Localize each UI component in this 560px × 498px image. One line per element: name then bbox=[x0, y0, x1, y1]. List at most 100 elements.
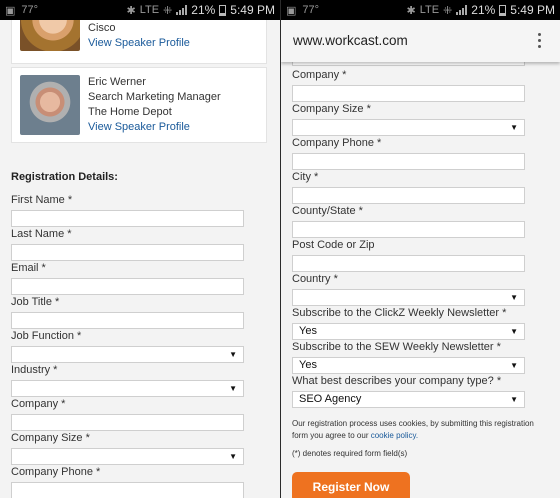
dropdown-arrow-icon: ▼ bbox=[510, 361, 518, 370]
view-speaker-profile-link[interactable]: View Speaker Profile bbox=[88, 120, 221, 135]
network-type-label: LTE bbox=[139, 4, 160, 16]
form-field: Subscribe to the SEW Weekly Newsletter *… bbox=[292, 341, 525, 374]
field-label: Company Size * bbox=[11, 432, 90, 444]
field-label: Company Phone * bbox=[292, 137, 382, 149]
company-size-select[interactable]: ▼ bbox=[292, 119, 525, 136]
form-field: What best describes your company type? *… bbox=[292, 375, 525, 408]
company-phone-input[interactable] bbox=[292, 153, 525, 170]
address-bar[interactable]: www.workcast.com bbox=[293, 33, 408, 48]
speaker-title: Search Marketing Manager bbox=[88, 91, 221, 103]
battery-percent: 21% bbox=[471, 3, 496, 17]
status-bar: ▣ 77° ✱ LTE ⁜ 21% 5:49 PM bbox=[0, 0, 280, 20]
county-state-input[interactable] bbox=[292, 221, 525, 238]
field-value: Yes bbox=[299, 359, 317, 371]
form-field: Email * bbox=[11, 262, 244, 295]
field-label: What best describes your company type? * bbox=[292, 375, 502, 387]
battery-percent: 21% bbox=[191, 3, 216, 17]
speaker-name: Eric Werner bbox=[88, 76, 146, 88]
field-label: Company Phone * bbox=[11, 466, 101, 478]
right-screen: Company * Company Size * ▼ Company Phone * C… bbox=[281, 0, 560, 498]
company-input[interactable] bbox=[11, 414, 244, 431]
dropdown-arrow-icon: ▼ bbox=[510, 293, 518, 302]
dropdown-arrow-icon: ▼ bbox=[510, 395, 518, 404]
left-screen: Cisco View Speaker Profile Eric Werner S… bbox=[0, 0, 280, 498]
email-input[interactable] bbox=[11, 278, 244, 295]
network-type-label: LTE bbox=[419, 4, 440, 16]
speaker-photo bbox=[20, 75, 80, 135]
form-field: Company Size * ▼ bbox=[11, 432, 244, 465]
dropdown-arrow-icon: ▼ bbox=[510, 327, 518, 336]
form-field: Post Code or Zip bbox=[292, 239, 525, 272]
country-select[interactable]: ▼ bbox=[292, 289, 525, 306]
company-phone-input[interactable] bbox=[11, 482, 244, 498]
field-label: Job Function * bbox=[11, 330, 82, 342]
job-title-input[interactable] bbox=[11, 312, 244, 329]
speaker-company: Cisco bbox=[88, 22, 116, 34]
dropdown-arrow-icon: ▼ bbox=[229, 350, 237, 359]
subscribe-to-the-sew-weekly-newsletter-select[interactable]: Yes ▼ bbox=[292, 357, 525, 374]
temperature-icon: 77° bbox=[21, 4, 39, 16]
register-now-button[interactable]: Register Now bbox=[292, 472, 410, 498]
field-value: SEO Agency bbox=[299, 393, 362, 405]
form-field: Company Size * ▼ bbox=[292, 103, 525, 136]
form-field: Last Name * bbox=[11, 228, 244, 261]
battery-icon bbox=[499, 4, 507, 16]
field-label: Email * bbox=[11, 262, 46, 274]
field-label: Job Title * bbox=[11, 296, 60, 308]
field-label: County/State * bbox=[292, 205, 363, 217]
post-code-or-zip-input[interactable] bbox=[292, 255, 525, 272]
battery-icon bbox=[219, 4, 227, 16]
clock: 5:49 PM bbox=[230, 3, 275, 17]
temperature-icon: 77° bbox=[302, 4, 320, 16]
clock: 5:49 PM bbox=[510, 3, 555, 17]
form-field: Company Phone * bbox=[292, 137, 525, 170]
cookie-policy-link[interactable]: cookie policy. bbox=[371, 431, 418, 440]
field-label: Company * bbox=[292, 69, 347, 81]
dropdown-arrow-icon: ▼ bbox=[229, 452, 237, 461]
image-notification-icon: ▣ bbox=[286, 4, 297, 17]
form-field: Subscribe to the ClickZ Weekly Newslette… bbox=[292, 307, 525, 340]
field-label: Company * bbox=[11, 398, 66, 410]
bluetooth-icon: ✱ bbox=[406, 4, 416, 17]
form-field: Job Function * ▼ bbox=[11, 330, 244, 363]
field-label: Last Name * bbox=[11, 228, 72, 240]
speaker-company: The Home Depot bbox=[88, 106, 172, 118]
bluetooth-icon: ✱ bbox=[126, 4, 136, 17]
menu-icon[interactable] bbox=[538, 33, 542, 48]
form-field: Company * bbox=[11, 398, 244, 431]
form-field: Company * bbox=[292, 69, 525, 102]
field-label: City * bbox=[292, 171, 319, 183]
field-label: Country * bbox=[292, 273, 338, 285]
company-size-select[interactable]: ▼ bbox=[11, 448, 244, 465]
field-label: Industry * bbox=[11, 364, 58, 376]
image-notification-icon: ▣ bbox=[5, 4, 16, 17]
dropdown-arrow-icon: ▼ bbox=[229, 384, 237, 393]
view-speaker-profile-link[interactable]: View Speaker Profile bbox=[88, 36, 190, 51]
company-input[interactable] bbox=[292, 85, 525, 102]
form-field: City * bbox=[292, 171, 525, 204]
city-input[interactable] bbox=[292, 187, 525, 204]
cookie-notice: Our registration process uses cookies, b… bbox=[292, 418, 542, 442]
field-label: Company Size * bbox=[292, 103, 371, 115]
dropdown-arrow-icon: ▼ bbox=[510, 123, 518, 132]
form-field: Country * ▼ bbox=[292, 273, 525, 306]
browser-toolbar: www.workcast.com bbox=[281, 20, 560, 62]
form-field: Company Phone * bbox=[11, 466, 244, 498]
form-field: Industry * ▼ bbox=[11, 364, 244, 397]
last-name-input[interactable] bbox=[11, 244, 244, 261]
field-label: Subscribe to the ClickZ Weekly Newslette… bbox=[292, 307, 507, 319]
first-name-input[interactable] bbox=[11, 210, 244, 227]
subscribe-to-the-clickz-weekly-newsletter-select[interactable]: Yes ▼ bbox=[292, 323, 525, 340]
form-field: Job Title * bbox=[11, 296, 244, 329]
data-arrows-icon: ⁜ bbox=[443, 4, 453, 17]
industry-select[interactable]: ▼ bbox=[11, 380, 244, 397]
signal-icon bbox=[176, 5, 188, 15]
form-field: First Name * bbox=[11, 194, 244, 227]
speaker-card: Eric Werner Search Marketing Manager The… bbox=[11, 67, 267, 143]
form-field: County/State * bbox=[292, 205, 525, 238]
required-note: (*) denotes required form field(s) bbox=[292, 449, 408, 458]
status-bar: ▣ 77° ✱ LTE ⁜ 21% 5:49 PM bbox=[281, 0, 560, 20]
what-best-describes-your-company-type-select[interactable]: SEO Agency ▼ bbox=[292, 391, 525, 408]
job-function-select[interactable]: ▼ bbox=[11, 346, 244, 363]
signal-icon bbox=[456, 5, 468, 15]
